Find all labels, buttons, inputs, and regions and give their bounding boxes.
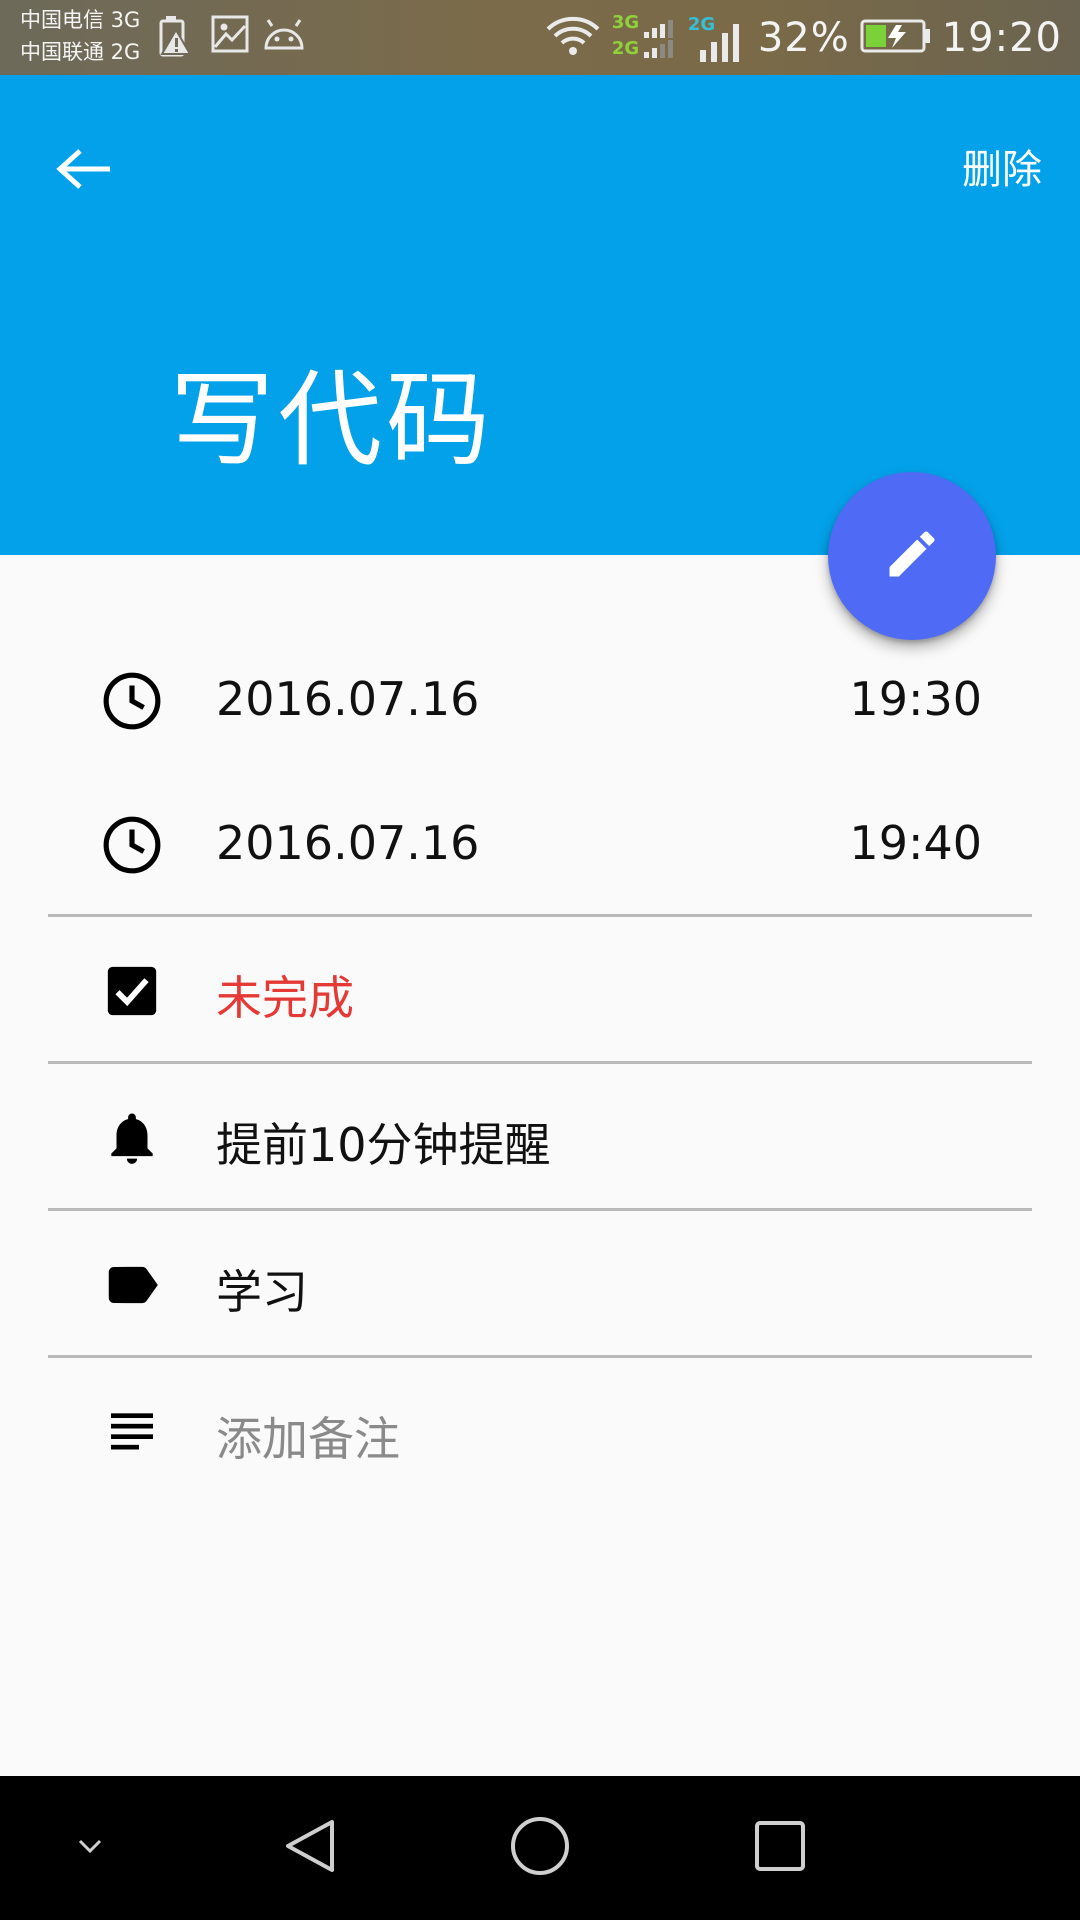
note-input-placeholder[interactable]: 添加备注 [216, 1403, 400, 1469]
back-triangle-icon [282, 1816, 338, 1880]
chevron-down-icon [75, 1836, 105, 1860]
clock-icon [100, 669, 164, 733]
signal-icon: 2G [688, 10, 748, 66]
start-time-row[interactable]: 2016.07.16 19:30 [0, 658, 1080, 744]
divider [48, 914, 1032, 917]
reminder-row[interactable]: 提前10分钟提醒 [0, 1095, 1080, 1181]
home-circle-icon [509, 1815, 571, 1881]
status-label: 未完成 [216, 971, 354, 1025]
back-button[interactable] [44, 131, 124, 211]
hide-nav-button[interactable] [60, 1776, 120, 1920]
delete-button[interactable]: 删除 [962, 135, 1042, 205]
notes-icon [100, 1400, 164, 1464]
image-icon [210, 14, 250, 58]
edit-fab-button[interactable] [828, 472, 996, 640]
reminder-label: 提前10分钟提醒 [216, 1118, 551, 1172]
recents-square-icon [753, 1819, 807, 1877]
clock-icon [100, 813, 164, 877]
edit-pencil-icon [882, 524, 942, 588]
end-date[interactable]: 2016.07.16 [216, 816, 479, 870]
divider [48, 1061, 1032, 1064]
nav-back-button[interactable] [260, 1776, 360, 1920]
android-icon [262, 14, 306, 58]
category-label: 学习 [216, 1265, 308, 1319]
status-bar: 中国电信 3G 中国联通 2G 3G 2G 2G 32% 19:20 [0, 0, 1080, 75]
navigation-bar [0, 1776, 1080, 1920]
wifi-icon [544, 15, 602, 61]
status-right-group: 3G 2G 2G 32% 19:20 [544, 0, 1062, 75]
category-row[interactable]: 学习 [0, 1242, 1080, 1328]
divider [48, 1355, 1032, 1358]
battery-percent: 32% [757, 14, 850, 61]
dual-sim-signal: 3G 2G [612, 10, 678, 66]
checkbox-checked-icon[interactable] [100, 959, 164, 1023]
signal-bars-icon [643, 19, 673, 58]
nav-home-button[interactable] [490, 1776, 590, 1920]
battery-charging-icon [860, 18, 932, 58]
network-type-2: 2G [611, 37, 640, 59]
start-date[interactable]: 2016.07.16 [216, 672, 479, 726]
page-title: 写代码 [170, 359, 495, 481]
carrier-1: 中国电信 3G [20, 8, 141, 32]
end-time-row[interactable]: 2016.07.16 19:40 [0, 802, 1080, 888]
start-time[interactable]: 19:30 [849, 672, 982, 726]
carrier-info: 中国电信 3G 中国联通 2G [20, 4, 140, 68]
note-row[interactable]: 添加备注 [0, 1389, 1080, 1475]
divider [48, 1208, 1032, 1211]
end-time[interactable]: 19:40 [849, 816, 982, 870]
network-type-1: 3G [611, 11, 640, 33]
carrier-2: 中国联通 2G [20, 40, 141, 64]
status-time: 19:20 [941, 14, 1062, 61]
label-tag-icon [100, 1253, 164, 1317]
completion-status-row[interactable]: 未完成 [0, 948, 1080, 1034]
bell-icon [100, 1106, 164, 1170]
battery-alert-icon [158, 14, 194, 62]
nav-recents-button[interactable] [730, 1776, 830, 1920]
arrow-back-icon [54, 147, 114, 195]
